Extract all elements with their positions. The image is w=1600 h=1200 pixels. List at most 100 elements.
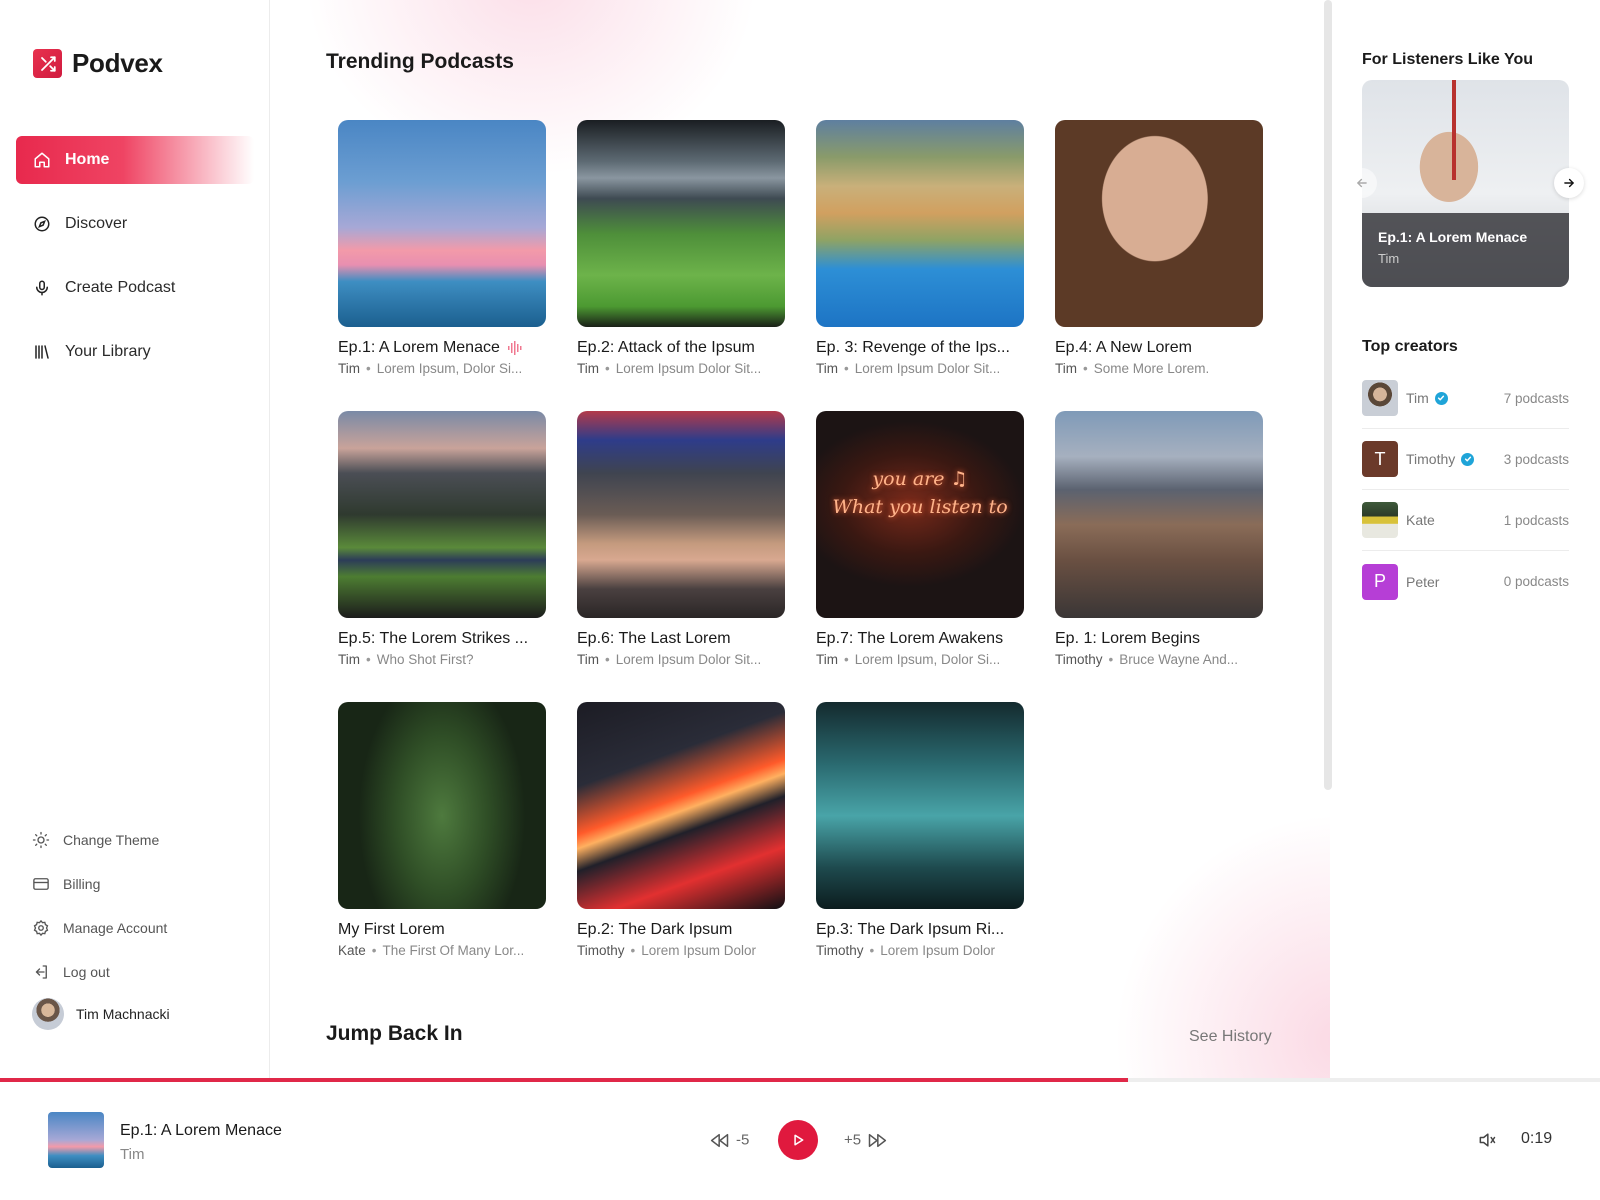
podcast-description: Lorem Ipsum Dolor Sit... xyxy=(854,361,1001,376)
podcast-description: Lorem Ipsum, Dolor Si... xyxy=(376,361,523,376)
arrow-right-icon xyxy=(1564,178,1574,188)
separator-dot: • xyxy=(371,943,377,958)
creator-podcast-count: 1 podcasts xyxy=(1503,512,1569,528)
creator-row[interactable]: Kate 1 podcasts xyxy=(1362,490,1569,551)
podcast-description: Some More Lorem. xyxy=(1093,361,1210,376)
nav-discover-label: Discover xyxy=(65,215,128,232)
podcast-cover xyxy=(338,120,546,327)
home-icon xyxy=(34,152,50,168)
podcast-card[interactable]: Ep.4: A New Lorem Tim • Some More Lorem. xyxy=(1055,120,1263,376)
podcast-cover: you are ♫ What you listen to xyxy=(816,411,1024,618)
mute-icon[interactable] xyxy=(1477,1130,1497,1150)
podcast-cover xyxy=(816,702,1024,909)
manage-account-button[interactable]: Manage Account xyxy=(32,906,167,950)
podcast-author: Tim xyxy=(816,652,838,667)
nav-create-podcast[interactable]: Create Podcast xyxy=(16,264,254,312)
top-creators-title: Top creators xyxy=(1362,338,1458,355)
podcast-title: Ep.7: The Lorem Awakens xyxy=(816,630,1004,647)
creator-avatar xyxy=(1362,380,1398,416)
secondary-nav: Change Theme Billing Manage Account Log … xyxy=(32,818,167,994)
podcast-cover xyxy=(338,411,546,618)
creators-list: Tim 7 podcasts T Timothy 3 podcasts Kate… xyxy=(1362,368,1569,612)
podcast-description: The First Of Many Lor... xyxy=(382,943,525,958)
logout-button[interactable]: Log out xyxy=(32,950,167,994)
nav-home[interactable]: Home xyxy=(16,136,254,184)
podcast-author: Tim xyxy=(816,361,838,376)
separator-dot: • xyxy=(844,652,849,667)
library-icon xyxy=(35,345,49,359)
podcast-title: Ep.2: The Dark Ipsum xyxy=(577,921,733,938)
logo[interactable]: Podvex xyxy=(33,48,163,79)
jump-back-title: Jump Back In xyxy=(326,1022,463,1045)
creator-name: Kate xyxy=(1406,512,1435,528)
podcast-card[interactable]: Ep.1: A Lorem Menace Tim • Lorem Ipsum, Do… xyxy=(338,120,546,376)
podcast-card[interactable]: Ep.2: Attack of the Ipsum Tim • Lorem Ipsu… xyxy=(577,120,785,376)
podcast-title: Ep. 1: Lorem Begins xyxy=(1055,630,1200,647)
forward-button[interactable]: +5 xyxy=(844,1132,887,1149)
separator-dot: • xyxy=(869,943,875,958)
podcast-card[interactable]: Ep.5: The Lorem Strikes ... Tim • Who Shot… xyxy=(338,411,546,667)
podcast-author: Tim xyxy=(338,361,360,376)
main-nav: Home Discover Create Podcast Your Librar… xyxy=(16,136,254,392)
creator-row[interactable]: P Peter 0 podcasts xyxy=(1362,551,1569,612)
featured-overlay: Ep.1: A Lorem Menace Tim xyxy=(1362,213,1569,287)
podcast-card[interactable]: Ep.3: The Dark Ipsum Ri... Timothy • Lorem… xyxy=(816,702,1024,958)
podcast-title: Ep.5: The Lorem Strikes ... xyxy=(338,630,529,647)
creator-row[interactable]: T Timothy 3 podcasts xyxy=(1362,429,1569,490)
nav-your-library[interactable]: Your Library xyxy=(16,328,254,376)
player-bar: Ep.1: A Lorem Menace Tim -5 +5 0:19 xyxy=(0,1082,1600,1200)
podcast-card[interactable]: Ep.6: The Last Lorem Tim • Lorem Ipsum Dol… xyxy=(577,411,785,667)
podcast-card[interactable]: My First Lorem Kate • The First Of Many Lo… xyxy=(338,702,546,958)
billing-button[interactable]: Billing xyxy=(32,862,167,906)
featured-title: Ep.1: A Lorem Menace xyxy=(1378,229,1528,245)
main-scrollbar[interactable] xyxy=(1324,0,1332,790)
podcast-card[interactable]: Ep. 1: Lorem Begins Timothy • Bruce Wayne … xyxy=(1055,411,1263,667)
trending-title: Trending Podcasts xyxy=(326,50,514,73)
carousel-prev-button[interactable] xyxy=(1347,168,1377,198)
creator-avatar: T xyxy=(1362,441,1398,477)
app-name: Podvex xyxy=(72,48,163,78)
podcast-title: Ep.4: A New Lorem xyxy=(1055,339,1192,356)
rewind-icon xyxy=(710,1133,729,1147)
playback-time: 0:19 xyxy=(1521,1130,1553,1147)
carousel-next-button[interactable] xyxy=(1554,168,1584,198)
podcast-card[interactable]: you are ♫ What you listen to Ep.7: The L… xyxy=(816,411,1024,667)
user-profile[interactable]: Tim Machnacki xyxy=(32,998,170,1030)
podcast-description: Lorem Ipsum Dolor Sit... xyxy=(615,361,762,376)
play-button[interactable] xyxy=(778,1120,818,1160)
main-content: Trending Podcasts Ep.1: A Lorem Menace T… xyxy=(271,0,1330,1080)
creator-row[interactable]: Tim 7 podcasts xyxy=(1362,368,1569,429)
change-theme-button[interactable]: Change Theme xyxy=(32,818,167,862)
creator-avatar xyxy=(1362,502,1398,538)
podcast-author: Tim xyxy=(1055,361,1077,376)
podcast-card[interactable]: Ep. 3: Revenge of the Ips... Tim • Lorem I… xyxy=(816,120,1024,376)
listeners-title: For Listeners Like You xyxy=(1362,51,1534,68)
podcast-card[interactable]: Ep.2: The Dark Ipsum Timothy • Lorem Ipsum… xyxy=(577,702,785,958)
podcast-description: Lorem Ipsum, Dolor Si... xyxy=(854,652,1001,667)
podcast-cover xyxy=(1055,120,1263,327)
podcast-cover xyxy=(338,702,546,909)
arrow-left-icon xyxy=(1357,178,1367,188)
play-icon xyxy=(794,1134,804,1146)
podcast-author: Timothy xyxy=(577,943,625,958)
rewind-label: -5 xyxy=(736,1131,750,1149)
sidebar: Podvex Home Discover Create Podcast Your… xyxy=(0,0,270,1080)
separator-dot: • xyxy=(605,361,610,376)
separator-dot: • xyxy=(1083,361,1088,376)
fast-forward-icon xyxy=(868,1133,887,1147)
now-playing-author: Tim xyxy=(120,1146,145,1163)
see-history-link[interactable]: See History xyxy=(1189,1028,1272,1046)
creator-avatar: P xyxy=(1362,563,1398,600)
podcast-author: Tim xyxy=(577,361,599,376)
forward-label: +5 xyxy=(844,1131,862,1149)
nav-your-library-label: Your Library xyxy=(65,343,151,360)
creator-podcast-count: 3 podcasts xyxy=(1503,451,1569,467)
nav-discover[interactable]: Discover xyxy=(16,200,254,248)
featured-podcast[interactable]: Ep.1: A Lorem Menace Tim xyxy=(1362,80,1569,287)
gear-icon xyxy=(33,919,49,937)
verified-icon xyxy=(1461,452,1475,466)
podcast-description: Lorem Ipsum Dolor xyxy=(880,943,996,958)
rewind-button[interactable]: -5 xyxy=(710,1132,749,1149)
podcast-title: Ep.1: A Lorem Menace xyxy=(338,339,500,356)
neon-line-1: you are ♫ xyxy=(872,468,968,490)
